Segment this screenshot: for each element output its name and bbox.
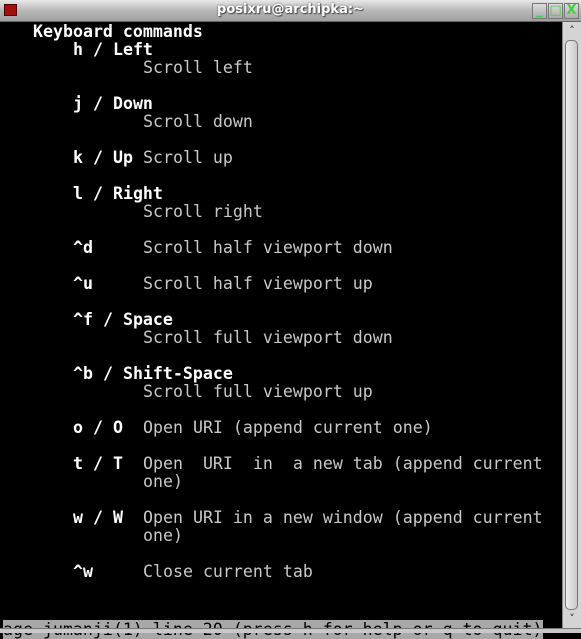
command-description: Open URI in a new tab (append current — [143, 454, 543, 473]
window-bottom-border — [0, 628, 581, 633]
command-description: Open URI (append current one) — [143, 418, 433, 437]
command-key: h / Left — [73, 40, 153, 59]
command-key: t / T — [73, 454, 123, 473]
command-key: o / O — [73, 418, 123, 437]
scrollbar[interactable]: ˄ ˅ — [562, 22, 581, 628]
command-description: Scroll half viewport down — [143, 238, 393, 257]
command-description: one) — [143, 472, 183, 491]
command-key: j / Down — [73, 94, 153, 113]
command-description: Scroll right — [143, 202, 263, 221]
minimize-button[interactable]: _ — [532, 3, 547, 19]
close-button[interactable]: X — [564, 3, 579, 19]
window-title: posixru@archipka:~ — [217, 2, 364, 17]
command-description: Scroll down — [143, 112, 253, 131]
scroll-up-arrow-icon[interactable]: ˄ — [563, 24, 581, 38]
command-description: Scroll half viewport up — [143, 274, 373, 293]
command-key: k / Up — [73, 148, 133, 167]
command-description: Scroll full viewport up — [143, 382, 373, 401]
maximize-button[interactable]: □ — [548, 3, 563, 19]
command-description: one) — [143, 526, 183, 545]
command-key: ^f / Space — [73, 310, 173, 329]
scroll-down-arrow-icon[interactable]: ˅ — [563, 612, 581, 626]
command-key: w / W — [73, 508, 123, 527]
command-description: Close current tab — [143, 562, 313, 581]
title-bar[interactable]: posixru@archipka:~ _ □ X — [0, 0, 581, 22]
scrollbar-thumb[interactable] — [565, 40, 578, 610]
command-key: l / Right — [73, 184, 163, 203]
command-description: Scroll up — [143, 148, 233, 167]
command-key: ^b / Shift-Space — [73, 364, 233, 383]
command-key: ^u — [73, 274, 93, 293]
section-heading: Keyboard commands — [33, 22, 203, 41]
command-key: ^w — [73, 562, 93, 581]
command-key: ^d — [73, 238, 93, 257]
command-description: Scroll full viewport down — [143, 328, 393, 347]
terminal-output[interactable]: Keyboard commands age jumanji(1) line 20… — [0, 22, 562, 639]
command-description: Open URI in a new window (append current — [143, 508, 543, 527]
command-description: Scroll left — [143, 58, 253, 77]
